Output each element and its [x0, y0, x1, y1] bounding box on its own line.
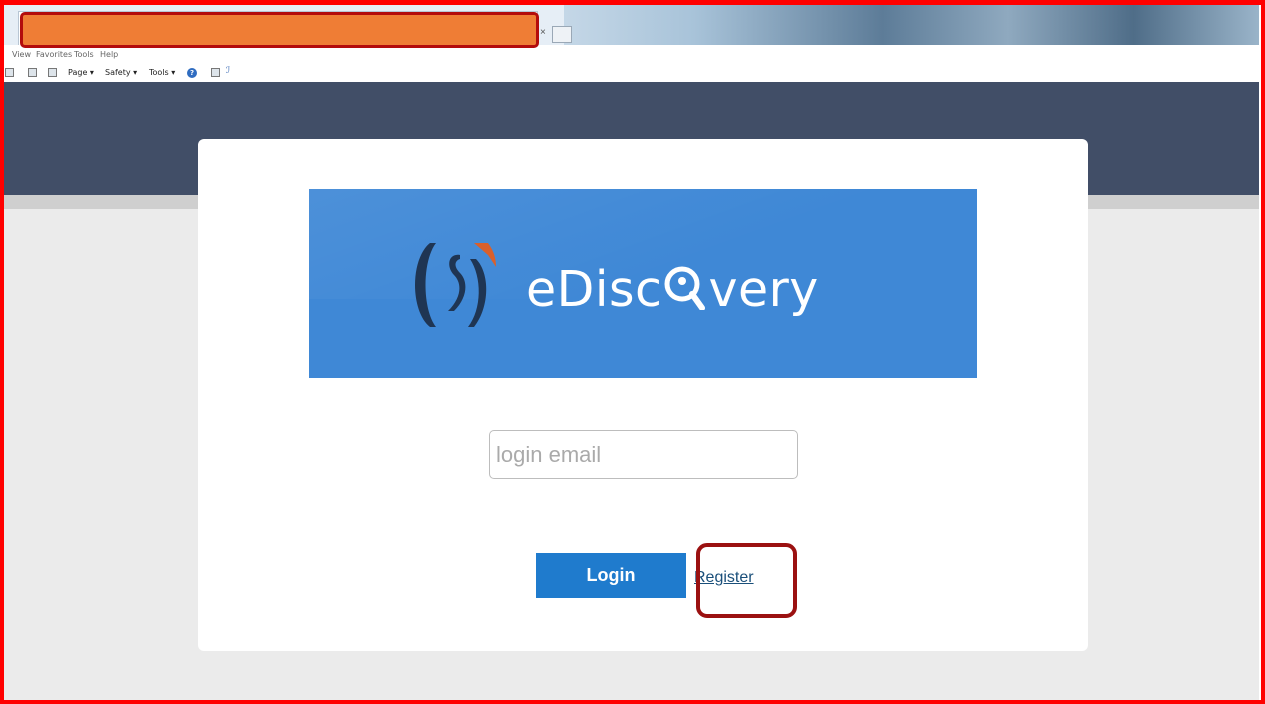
login-card: eDiscvery Login Register: [198, 139, 1088, 651]
magnifier-icon: [664, 266, 706, 310]
command-bar: Page ▾ Safety ▾ Tools ▾ ? ℐ: [4, 64, 1259, 82]
brand-wordmark: eDisc very: [526, 261, 819, 318]
email-field[interactable]: [489, 430, 798, 479]
research-icon[interactable]: ℐ: [226, 66, 235, 76]
menu-view[interactable]: View: [12, 50, 31, 59]
tab-title-redaction: [20, 12, 539, 48]
tab-close-icon[interactable]: ×: [540, 27, 546, 38]
help-icon[interactable]: ?: [187, 68, 197, 78]
safety-menu[interactable]: Safety ▾: [105, 68, 137, 77]
page-menu[interactable]: Page ▾: [68, 68, 94, 77]
browser-chrome: × View Favorites Tools Help Page ▾ Safet…: [4, 5, 1259, 82]
logo-icon: [415, 243, 496, 327]
print-icon[interactable]: [48, 68, 57, 77]
mail-icon[interactable]: [28, 68, 37, 77]
login-button[interactable]: Login: [536, 553, 686, 598]
notes-icon[interactable]: [211, 68, 220, 77]
menu-bar: View Favorites Tools Help: [4, 47, 1259, 63]
page-content: eDiscvery Login Register: [4, 82, 1259, 700]
new-tab-button[interactable]: [552, 26, 572, 43]
register-link[interactable]: Register: [694, 569, 754, 587]
menu-help[interactable]: Help: [100, 50, 118, 59]
menu-tools[interactable]: Tools: [74, 50, 94, 59]
tools-menu[interactable]: Tools ▾: [149, 68, 175, 77]
menu-favorites[interactable]: Favorites: [36, 50, 72, 59]
brand-banner: eDisc very: [309, 189, 977, 378]
feeds-icon[interactable]: [5, 68, 14, 77]
